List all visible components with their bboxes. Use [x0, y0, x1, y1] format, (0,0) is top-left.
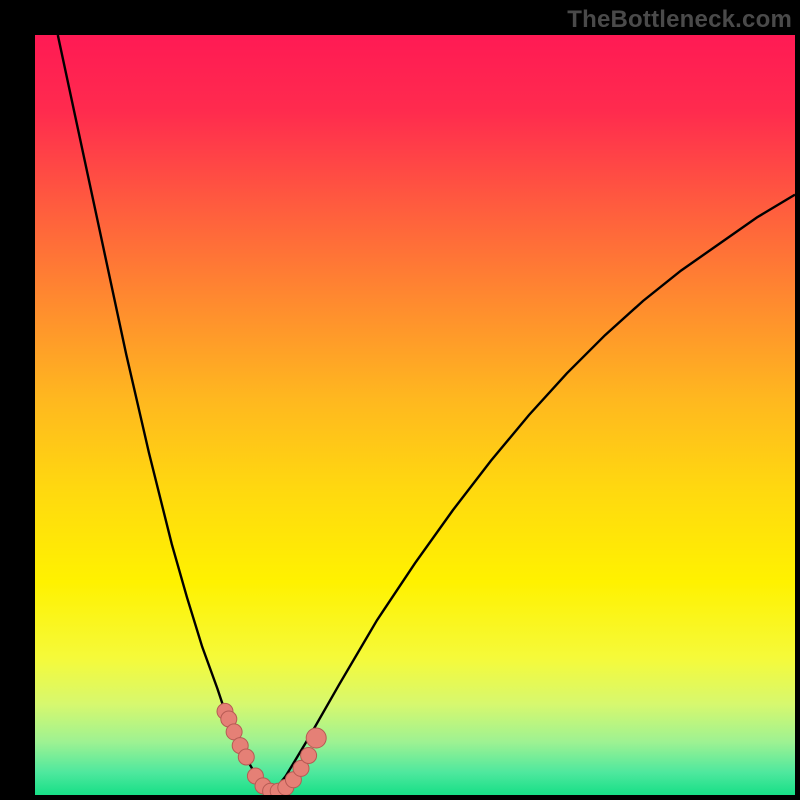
marker-point — [238, 749, 254, 765]
gradient-background — [35, 35, 795, 795]
chart-svg — [35, 35, 795, 795]
watermark-text: TheBottleneck.com — [567, 6, 792, 34]
marker-point — [306, 728, 326, 748]
chart-plot-area — [35, 35, 795, 795]
marker-point — [301, 747, 317, 763]
chart-frame: TheBottleneck.com — [0, 0, 800, 800]
